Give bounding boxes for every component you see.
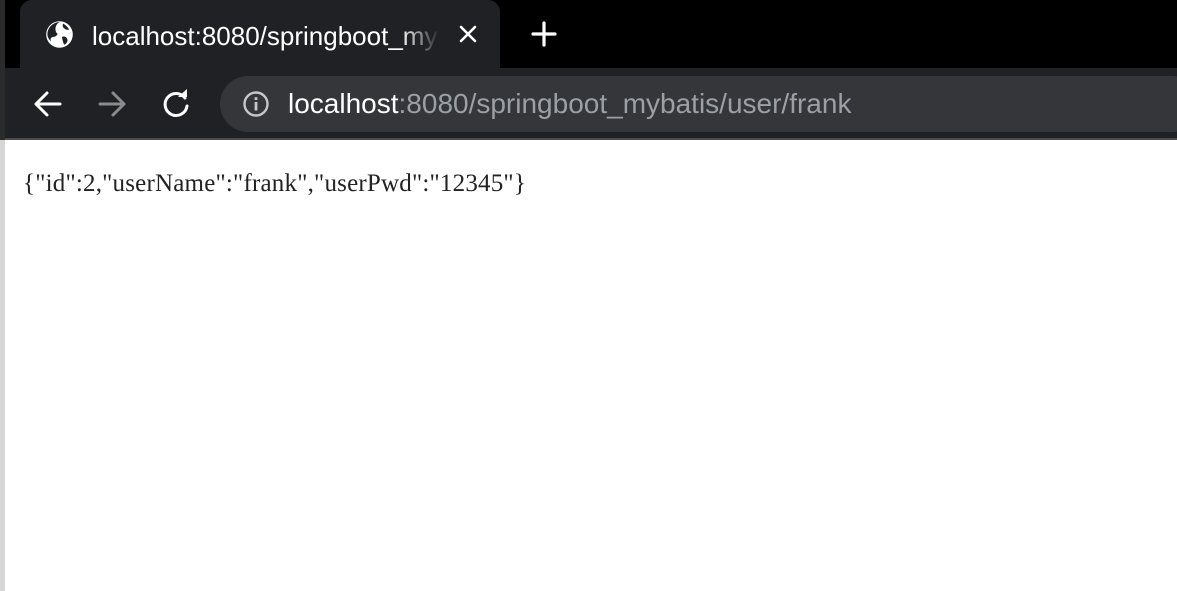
browser-window: localhost:8080/springboot_mybatis/user/f… <box>0 0 1177 591</box>
active-tab[interactable]: localhost:8080/springboot_mybatis/user/f… <box>20 0 500 68</box>
tab-strip: localhost:8080/springboot_mybatis/user/f… <box>0 0 1177 68</box>
url-text[interactable]: localhost:8080/springboot_mybatis/user/f… <box>288 86 851 122</box>
globe-icon <box>46 21 73 48</box>
arrow-left-icon[interactable] <box>30 86 66 122</box>
reload-icon[interactable] <box>158 86 194 122</box>
page-content: {"id":2,"userName":"frank","userPwd":"12… <box>5 140 1177 591</box>
json-response-text: {"id":2,"userName":"frank","userPwd":"12… <box>23 170 527 197</box>
address-bar[interactable]: localhost:8080/springboot_mybatis/user/f… <box>220 76 1177 132</box>
tab-title: localhost:8080/springboot_mybatis/user/f… <box>92 18 440 54</box>
plus-icon[interactable] <box>528 18 560 50</box>
browser-toolbar: localhost:8080/springboot_mybatis/user/f… <box>0 68 1177 140</box>
close-icon[interactable] <box>456 22 480 46</box>
url-path: :8080/springboot_mybatis/user/frank <box>398 88 852 119</box>
arrow-right-icon[interactable] <box>94 86 130 122</box>
window-left-edge <box>0 0 5 591</box>
info-icon[interactable] <box>242 90 270 118</box>
url-host: localhost <box>288 88 399 119</box>
